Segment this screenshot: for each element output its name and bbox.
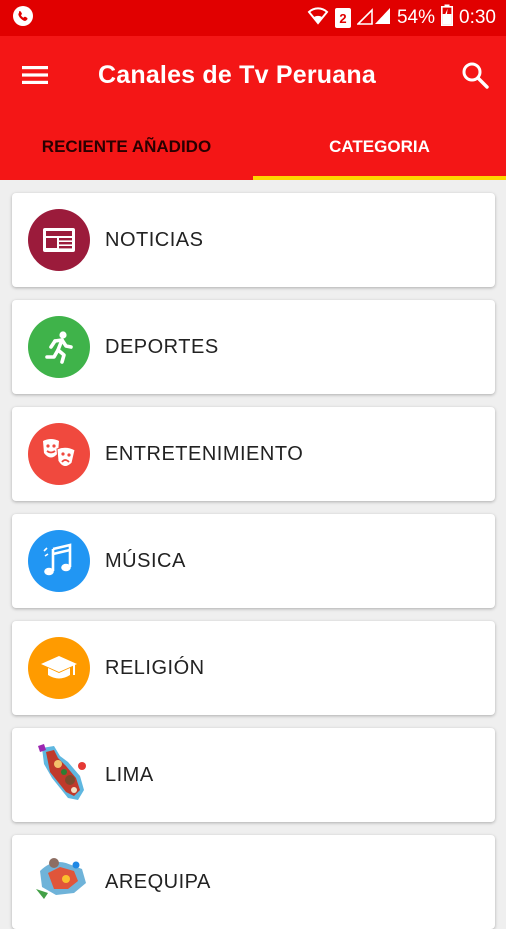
tab-categoria[interactable]: CATEGORIA: [253, 114, 506, 180]
app-bar: Canales de Tv Peruana: [0, 36, 506, 114]
wifi-icon: [307, 5, 329, 31]
status-bar: 2 54% 0:30: [0, 0, 506, 36]
arequipa-map-image: [34, 849, 90, 913]
category-item-deportes[interactable]: DEPORTES: [12, 300, 495, 394]
music-note-icon: [28, 530, 90, 592]
battery-charging-icon: [441, 4, 454, 32]
category-label: NOTICIAS: [105, 228, 204, 251]
newspaper-icon: [28, 209, 90, 271]
category-item-musica[interactable]: MÚSICA: [12, 514, 495, 608]
category-item-lima[interactable]: LIMA: [12, 728, 495, 822]
category-label: AREQUIPA: [105, 870, 211, 893]
phone-call-icon: [12, 5, 34, 32]
theater-masks-icon: [28, 423, 90, 485]
category-label: RELIGIÓN: [105, 656, 205, 679]
category-label: LIMA: [105, 763, 154, 786]
category-label: MÚSICA: [105, 549, 186, 572]
category-label: ENTRETENIMIENTO: [105, 442, 304, 465]
category-label: DEPORTES: [105, 335, 219, 358]
category-item-arequipa[interactable]: AREQUIPA: [12, 835, 495, 929]
sim-2-icon: 2: [334, 8, 351, 28]
category-item-religion[interactable]: RELIGIÓN: [12, 621, 495, 715]
hamburger-menu-icon[interactable]: [18, 58, 52, 92]
graduation-cap-icon: [28, 637, 90, 699]
category-item-noticias[interactable]: NOTICIAS: [12, 193, 495, 287]
tab-reciente-anadido[interactable]: RECIENTE AÑADIDO: [0, 114, 253, 180]
running-person-icon: [28, 316, 90, 378]
tab-bar: RECIENTE AÑADIDO CATEGORIA: [0, 114, 506, 180]
app-title: Canales de Tv Peruana: [98, 60, 376, 89]
category-item-entretenimiento[interactable]: ENTRETENIMIENTO: [12, 407, 495, 501]
battery-percentage: 54%: [396, 7, 436, 28]
search-icon[interactable]: [458, 58, 492, 92]
lima-map-image: [34, 742, 90, 806]
clock: 0:30: [459, 7, 496, 28]
signal-icon: [356, 5, 391, 31]
